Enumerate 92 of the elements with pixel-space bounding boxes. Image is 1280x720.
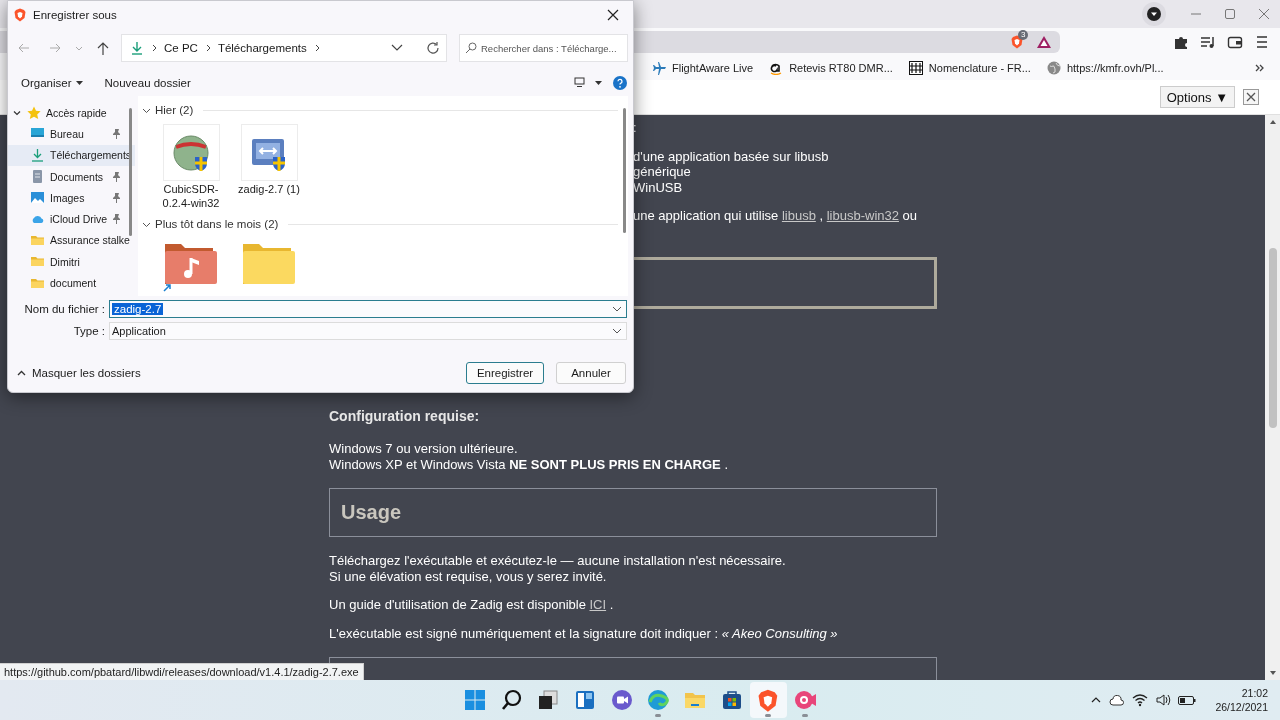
paragraph: une application qui utilise libusb , libusb-win32 ou <box>633 208 919 224</box>
wifi-icon[interactable] <box>1132 693 1149 707</box>
bookmark[interactable]: FlightAware Live <box>672 61 754 74</box>
arrow-right-icon <box>49 43 61 53</box>
chevron-right-icon <box>151 44 157 52</box>
clock-time[interactable]: 21:02 <box>1241 686 1268 700</box>
globe-installer-icon[interactable] <box>171 132 211 173</box>
group-header[interactable]: Hier (2) <box>155 104 194 116</box>
up-arrow-icon[interactable] <box>1268 118 1277 126</box>
picture-icon <box>30 190 45 206</box>
field-label: Nom du fichier : <box>23 303 106 315</box>
chevron-down-icon <box>612 328 622 334</box>
chevron-right-icon[interactable] <box>204 44 211 52</box>
close-icon <box>607 9 619 21</box>
link-url: https://github.com/pbatard/libwdi/releases/download/v1.4.1/zadig-2.7.exe <box>0 663 364 680</box>
record-camera-icon <box>793 688 818 712</box>
chevron-down-icon <box>75 45 83 51</box>
close-button[interactable] <box>1243 89 1259 105</box>
link[interactable]: libusb-win32 <box>826 208 899 223</box>
dropdown-icon[interactable] <box>1142 2 1166 26</box>
chevron-down-icon[interactable] <box>391 44 403 52</box>
chevron-up-icon <box>17 370 26 376</box>
arrow-left-icon <box>18 43 30 53</box>
tree-item[interactable]: Accès rapide <box>46 106 107 119</box>
cancel-button[interactable]: Annuler <box>556 362 626 384</box>
tree-item[interactable]: Images <box>50 191 85 204</box>
paragraph: Téléchargez l'exécutable et exécutez-le — aucune installation n'est nécessaire. Si une élévation est requise, vous y serez invité. <box>329 553 787 584</box>
download-icon <box>30 147 45 163</box>
toolbar-button[interactable]: Nouveau dossier <box>99 71 196 94</box>
count-badge: 3 <box>1018 29 1029 40</box>
tree-item[interactable]: Bureau <box>50 127 84 140</box>
link[interactable]: ICI <box>589 597 607 612</box>
wave-icon <box>646 688 671 712</box>
cloud-icon[interactable] <box>1109 694 1126 706</box>
arrow-up-icon <box>97 41 109 55</box>
lion-shield-icon[interactable] <box>1010 34 1024 49</box>
help-icon[interactable] <box>613 75 627 90</box>
speaker-icon[interactable] <box>1155 693 1172 707</box>
section-heading: Configuration requise: <box>329 408 481 424</box>
windows-stack-icon <box>536 688 561 712</box>
paragraph: L'exécutable est signé numériquement et la signature doit indiquer : « Akeo Consulting » <box>329 625 839 641</box>
file-name[interactable]: zadig-2.7 (1) <box>238 183 300 197</box>
download-icon <box>130 41 144 55</box>
close-icon <box>1246 92 1256 102</box>
tree-item[interactable]: Assurance stalke <box>50 234 130 247</box>
windows-logo-icon <box>462 688 487 712</box>
file-name-field[interactable]: zadig-2.7 <box>109 300 627 318</box>
refresh-icon[interactable] <box>426 41 440 55</box>
field-label: Type : <box>72 325 106 337</box>
document-icon <box>30 169 45 185</box>
clock-date[interactable]: 26/12/2021 <box>1215 700 1268 714</box>
paragraph: d'une application basée sur libusb générique WinUSB <box>633 148 830 195</box>
chevron-right-icon[interactable] <box>313 44 320 52</box>
window-title: Enregistrer sous <box>33 9 117 21</box>
bookmark[interactable]: Retevis RT80 DMR... <box>789 61 893 74</box>
battery-icon[interactable] <box>1178 694 1197 706</box>
breadcrumb[interactable]: Ce PC <box>164 42 198 54</box>
close-icon[interactable] <box>1256 6 1272 22</box>
group-header[interactable]: Plus tôt dans le mois (2) <box>155 218 279 230</box>
chevron-down-icon <box>612 306 622 312</box>
tree-item[interactable]: document <box>50 277 97 289</box>
type-dropdown[interactable]: Application <box>109 322 627 340</box>
menu-icon[interactable] <box>1254 33 1270 50</box>
tree-item[interactable]: iCloud Drive <box>50 213 108 226</box>
paragraph: Un guide d'utilisation de Zadig est disponible ICI . <box>329 597 615 613</box>
file-name[interactable]: CubicSDR-0.2.4-win32 <box>160 183 222 210</box>
link[interactable]: libusb <box>781 208 816 223</box>
maximize-icon[interactable] <box>1222 6 1238 22</box>
breadcrumb[interactable]: Téléchargements <box>217 42 307 54</box>
paragraph: : <box>633 120 638 136</box>
save-button[interactable]: Enregistrer <box>466 362 544 384</box>
tree-item[interactable]: Documents <box>50 170 104 183</box>
monitor-icon <box>574 77 585 88</box>
menu-button[interactable]: Organiser <box>16 71 88 94</box>
triangle-icon[interactable] <box>1036 34 1052 49</box>
tree-item[interactable]: Dimitri <box>50 255 80 268</box>
globe-icon <box>1046 60 1061 75</box>
paragraph: Windows 7 ou version ultérieure. Windows XP et Windows Vista NE SONT PLUS PRIS EN CHARGE . <box>329 441 730 472</box>
bookmark[interactable]: Nomenclature - FR... <box>928 61 1031 74</box>
down-arrow-icon[interactable] <box>1268 669 1277 677</box>
toggle-folders-button[interactable]: Masquer les dossiers <box>15 367 143 379</box>
section-title: Usage <box>341 504 402 521</box>
plane-icon <box>652 60 666 75</box>
search-icon <box>465 42 477 54</box>
lion-shield-icon <box>13 8 27 22</box>
options-button[interactable]: Options ▼ <box>1159 86 1235 108</box>
scrollbar-thumb[interactable] <box>1268 248 1277 428</box>
search-icon <box>499 688 524 712</box>
bookmark[interactable]: https://kmfr.ovh/Pl... <box>1066 61 1164 74</box>
grid-icon <box>908 60 923 75</box>
star-icon <box>27 105 41 120</box>
video-chat-icon <box>609 688 634 712</box>
